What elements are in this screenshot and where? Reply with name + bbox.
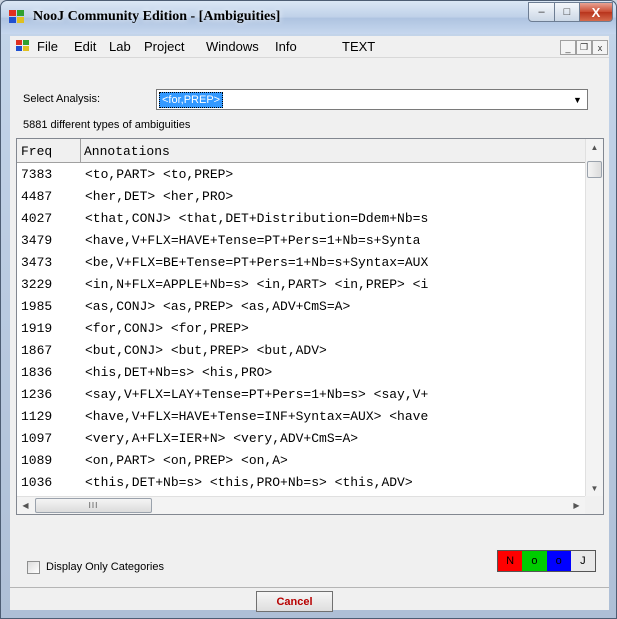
- select-analysis-label: Select Analysis:: [23, 93, 101, 105]
- close-icon[interactable]: X: [579, 2, 613, 22]
- menu-info[interactable]: Info: [275, 39, 297, 54]
- window-title: NooJ Community Edition - [Ambiguities]: [33, 9, 281, 24]
- analysis-selected-value: <for,PREP>: [159, 92, 224, 108]
- analysis-select[interactable]: <for,PREP> ▼: [156, 89, 588, 110]
- color-toggle-button[interactable]: o: [546, 551, 571, 571]
- table-row[interactable]: 1036 <this,DET+Nb=s> <this,PRO+Nb=s> <thi…: [17, 472, 585, 494]
- mdi-document-icon[interactable]: [16, 40, 30, 52]
- annotation-cell: <his,DET+Nb=s> <his,PRO>: [85, 365, 273, 380]
- color-toggle-button[interactable]: o: [522, 551, 547, 571]
- table-row[interactable]: 1985 <as,CONJ> <as,PREP> <as,ADV+CmS=A>: [17, 296, 585, 318]
- column-header-annotations[interactable]: Annotations: [84, 144, 170, 159]
- display-only-categories-checkbox[interactable]: [27, 561, 40, 574]
- annotation-cell: <be,V+FLX=BE+Tense=PT+Pers=1+Nb=s+Syntax…: [85, 255, 429, 270]
- freq-cell: 1236: [21, 387, 53, 402]
- table-row[interactable]: 1129 <have,V+FLX=HAVE+Tense=INF+Syntax=AU…: [17, 406, 585, 428]
- color-toggle-button[interactable]: N: [498, 551, 523, 571]
- freq-cell: 4487: [21, 189, 53, 204]
- annotation-cell: <on,PART> <on,PREP> <on,A>: [85, 453, 288, 468]
- freq-cell: 7383: [21, 167, 53, 182]
- freq-cell: 1036: [21, 475, 53, 490]
- table-row[interactable]: 1919 <for,CONJ> <for,PREP>: [17, 318, 585, 340]
- annotation-cell: <very,A+FLX=IER+N> <very,ADV+CmS=A>: [85, 431, 359, 446]
- color-toggle-button[interactable]: J: [570, 551, 595, 571]
- annotation-cell: <have,V+FLX=HAVE+Tense=INF+Syntax=AUX> <…: [85, 409, 429, 424]
- annotation-cell: <to,PART> <to,PREP>: [85, 167, 234, 182]
- annotation-cell: <this,DET+Nb=s> <this,PRO+Nb=s> <this,AD…: [85, 475, 413, 490]
- annotation-cell: <as,CONJ> <as,PREP> <as,ADV+CmS=A>: [85, 299, 351, 314]
- ambiguity-table[interactable]: Freq Annotations 7383 <to,PART> <to,PREP>…: [16, 138, 604, 515]
- table-row[interactable]: 4027 <that,CONJ> <that,DET+Distribution=D…: [17, 208, 585, 230]
- column-header-freq[interactable]: Freq: [17, 139, 81, 163]
- table-row[interactable]: 1867 <but,CONJ> <but,PREP> <but,ADV>: [17, 340, 585, 362]
- vertical-scroll-thumb[interactable]: [587, 161, 602, 178]
- freq-cell: 1836: [21, 365, 53, 380]
- menu-windows[interactable]: Windows: [206, 39, 259, 54]
- table-row[interactable]: 7383 <to,PART> <to,PREP>: [17, 164, 585, 186]
- divider: [10, 587, 609, 588]
- freq-cell: 3479: [21, 233, 53, 248]
- menu-project[interactable]: Project: [144, 39, 184, 54]
- mdi-restore-icon[interactable]: ❐: [576, 40, 592, 55]
- table-row[interactable]: 1089 <on,PART> <on,PREP> <on,A>: [17, 450, 585, 472]
- table-row[interactable]: 4487 <her,DET> <her,PRO>: [17, 186, 585, 208]
- annotation-cell: <say,V+FLX=LAY+Tense=PT+Pers=1+Nb=s> <sa…: [85, 387, 429, 402]
- menu-text[interactable]: TEXT: [342, 39, 375, 54]
- title-bar[interactable]: NooJ Community Edition - [Ambiguities] –…: [1, 1, 616, 34]
- mdi-minimize-icon[interactable]: _: [560, 40, 576, 55]
- scroll-down-icon[interactable]: ▼: [586, 480, 603, 497]
- minimize-icon[interactable]: –: [528, 2, 555, 22]
- table-row[interactable]: 3479 <have,V+FLX=HAVE+Tense=PT+Pers=1+Nb=…: [17, 230, 585, 252]
- display-only-categories-label[interactable]: Display Only Categories: [46, 561, 164, 573]
- scroll-right-icon[interactable]: ▶: [568, 497, 585, 514]
- scrollbar-corner: [585, 496, 603, 514]
- app-window: NooJ Community Edition - [Ambiguities] –…: [0, 0, 617, 619]
- table-row[interactable]: 3229 <in,N+FLX=APPLE+Nb=s> <in,PART> <in,…: [17, 274, 585, 296]
- freq-cell: 1985: [21, 299, 53, 314]
- table-row[interactable]: 1097 <very,A+FLX=IER+N> <very,ADV+CmS=A>: [17, 428, 585, 450]
- scroll-left-icon[interactable]: ◀: [17, 497, 34, 514]
- freq-cell: 1089: [21, 453, 53, 468]
- freq-cell: 1129: [21, 409, 53, 424]
- annotation-cell: <in,N+FLX=APPLE+Nb=s> <in,PART> <in,PREP…: [85, 277, 429, 292]
- chevron-down-icon[interactable]: ▼: [569, 91, 586, 108]
- menu-edit[interactable]: Edit: [74, 39, 96, 54]
- nooj-app-icon: [9, 10, 25, 24]
- cancel-button[interactable]: Cancel: [256, 591, 333, 612]
- ambiguities-panel: Select Analysis: <for,PREP> ▼ 5881 diffe…: [10, 58, 609, 612]
- menu-bar: File Edit Lab Project Windows Info TEXT …: [10, 36, 609, 58]
- table-row[interactable]: 1236 <say,V+FLX=LAY+Tense=PT+Pers=1+Nb=s>…: [17, 384, 585, 406]
- annotation-cell: <her,DET> <her,PRO>: [85, 189, 234, 204]
- horizontal-scroll-thumb[interactable]: III: [35, 498, 152, 513]
- annotation-cell: <for,CONJ> <for,PREP>: [85, 321, 249, 336]
- scroll-up-icon[interactable]: ▲: [586, 139, 603, 156]
- menu-lab[interactable]: Lab: [109, 39, 131, 54]
- maximize-icon[interactable]: □: [554, 2, 580, 22]
- table-body: 7383 <to,PART> <to,PREP> 4487 <her,DET> <he…: [17, 164, 585, 494]
- color-toggle-group: NooJ: [497, 550, 596, 572]
- horizontal-scrollbar[interactable]: ◀ III ▶: [17, 496, 585, 514]
- freq-cell: 1097: [21, 431, 53, 446]
- annotation-cell: <that,CONJ> <that,DET+Distribution=Ddem+…: [85, 211, 429, 226]
- freq-cell: 3229: [21, 277, 53, 292]
- ambiguity-count: 5881 different types of ambiguities: [23, 119, 191, 131]
- vertical-scrollbar[interactable]: ▲ ▼: [585, 139, 603, 497]
- mdi-close-icon[interactable]: x: [592, 40, 608, 55]
- table-header: Freq Annotations: [17, 139, 585, 163]
- table-row[interactable]: 1836 <his,DET+Nb=s> <his,PRO>: [17, 362, 585, 384]
- freq-cell: 1919: [21, 321, 53, 336]
- freq-cell: 3473: [21, 255, 53, 270]
- annotation-cell: <have,V+FLX=HAVE+Tense=PT+Pers=1+Nb=s+Sy…: [85, 233, 421, 248]
- table-row[interactable]: 3473 <be,V+FLX=BE+Tense=PT+Pers=1+Nb=s+Sy…: [17, 252, 585, 274]
- menu-file[interactable]: File: [37, 39, 58, 54]
- freq-cell: 4027: [21, 211, 53, 226]
- annotation-cell: <but,CONJ> <but,PREP> <but,ADV>: [85, 343, 327, 358]
- freq-cell: 1867: [21, 343, 53, 358]
